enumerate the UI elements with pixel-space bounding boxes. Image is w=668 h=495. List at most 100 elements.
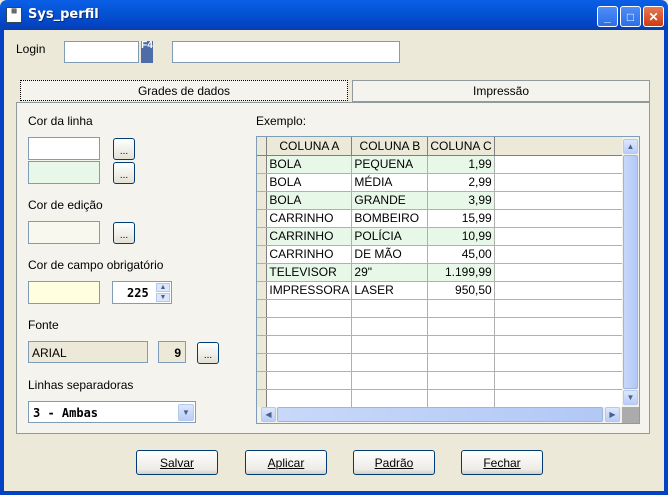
row-indicator[interactable] [257,191,268,210]
row-indicator[interactable] [257,263,268,282]
empty-cell [427,353,495,372]
grid-cell[interactable]: 2,99 [427,173,495,192]
close-button[interactable]: ✕ [643,6,664,27]
cor-linha-label: Cor da linha [28,114,93,128]
row-color-picker-button-1[interactable]: ... [113,138,135,160]
row-indicator[interactable] [257,173,268,192]
empty-cell [266,299,353,318]
fechar-button[interactable]: Fechar [461,450,543,475]
grid-cell[interactable]: CARRINHO [266,209,353,228]
grid-filler-cell [494,281,623,300]
table-row[interactable]: CARRINHO BOMBEIRO 15,99 [257,209,623,228]
edit-color-picker-button[interactable]: ... [113,222,135,244]
row-color-swatch-2[interactable] [28,161,100,184]
grid-cell[interactable]: 1,99 [427,155,495,174]
tab-grades-de-dados[interactable]: Grades de dados [20,80,348,101]
grid-cell[interactable]: MÉDIA [351,173,429,192]
row-indicator[interactable] [257,209,268,228]
row-color-picker-button-2[interactable]: ... [113,162,135,184]
font-name-field: ARIAL [28,341,148,363]
grid-cell[interactable]: PEQUENA [351,155,429,174]
empty-cell [427,299,495,318]
grid-cell[interactable]: 15,99 [427,209,495,228]
linhas-label: Linhas separadoras [28,378,134,392]
grid-cell[interactable]: 29" [351,263,429,282]
grid-cell[interactable]: 10,99 [427,227,495,246]
grid-cell[interactable]: DE MÃO [351,245,429,264]
spinner-up-icon[interactable]: ▲ [156,283,170,292]
grid-cell[interactable]: BOLA [266,191,353,210]
grid-cell[interactable]: BOLA [266,155,353,174]
grid-cell[interactable]: 3,99 [427,191,495,210]
maximize-button[interactable]: □ [620,6,641,27]
padrao-button[interactable]: Padrão [353,450,435,475]
padrao-label: Padrão [374,455,414,470]
grid-cell[interactable]: BOMBEIRO [351,209,429,228]
f4-lookup-button[interactable]: F4 [141,41,153,63]
grid-cell[interactable]: LASER [351,281,429,300]
empty-cell [427,317,495,336]
chevron-down-icon[interactable]: ▼ [178,404,194,421]
row-indicator[interactable] [257,281,268,300]
table-row[interactable]: BOLA MÉDIA 2,99 [257,173,623,192]
table-row[interactable]: IMPRESSORA LASER 950,50 [257,281,623,300]
empty-cell [494,317,623,336]
example-grid[interactable]: COLUNA A COLUNA B COLUNA C BOLA PEQUENA 1,… [256,136,640,424]
scroll-thumb-vertical[interactable] [623,155,638,389]
salvar-label: Salvar [159,455,194,470]
grid-cell[interactable]: IMPRESSORA [266,281,353,300]
row-indicator[interactable] [257,155,268,174]
cor-obrigatorio-label: Cor de campo obrigatório [28,258,164,272]
scroll-thumb-horizontal[interactable] [277,407,603,422]
table-row[interactable]: TELEVISOR 29" 1.199,99 [257,263,623,282]
grid-cell[interactable]: 45,00 [427,245,495,264]
grid-cell[interactable]: POLÍCIA [351,227,429,246]
grid-filler-cell [494,227,623,246]
fonte-label: Fonte [28,318,59,332]
scroll-down-icon[interactable]: ▼ [623,390,638,405]
salvar-button[interactable]: Salvar [136,450,218,475]
empty-cell [351,317,429,336]
tab-impressao[interactable]: Impressão [352,80,650,102]
grid-cell[interactable]: CARRINHO [266,227,353,246]
window-title: Sys_perfil [28,7,99,22]
grid-cell[interactable]: TELEVISOR [266,263,353,282]
grid-vertical-scrollbar[interactable]: ▲ ▼ [622,137,639,407]
empty-cell [266,317,353,336]
separator-lines-select[interactable]: 3 - Ambas [28,401,196,423]
table-row[interactable]: BOLA GRANDE 3,99 [257,191,623,210]
edit-color-swatch[interactable] [28,221,100,244]
aplicar-label: Aplicar [267,455,305,470]
empty-cell [494,389,623,408]
empty-cell [494,335,623,354]
login-code-input[interactable] [64,41,139,63]
table-row[interactable]: CARRINHO DE MÃO 45,00 [257,245,623,264]
grid-header-b[interactable]: COLUNA B [351,137,429,156]
scroll-left-icon[interactable]: ◀ [261,407,276,422]
window-border-right [664,30,668,495]
empty-cell [494,371,623,390]
scroll-right-icon[interactable]: ▶ [605,407,620,422]
aplicar-button[interactable]: Aplicar [245,450,327,475]
font-picker-button[interactable]: ... [197,342,219,364]
grid-cell[interactable]: BOLA [266,173,353,192]
login-name-input[interactable] [172,41,400,63]
empty-cell [351,299,429,318]
spinner-down-icon[interactable]: ▼ [156,293,170,302]
grid-cell[interactable]: 1.199,99 [427,263,495,282]
scroll-up-icon[interactable]: ▲ [623,139,638,154]
row-color-swatch-1[interactable] [28,137,100,160]
grid-horizontal-scrollbar[interactable]: ◀ ▶ [257,407,622,423]
empty-row [257,353,623,372]
table-row[interactable]: CARRINHO POLÍCIA 10,99 [257,227,623,246]
grid-cell[interactable]: CARRINHO [266,245,353,264]
table-row[interactable]: BOLA PEQUENA 1,99 [257,155,623,174]
row-indicator[interactable] [257,245,268,264]
required-color-swatch[interactable] [28,281,100,304]
grid-header-c[interactable]: COLUNA C [427,137,495,156]
grid-header-a[interactable]: COLUNA A [266,137,353,156]
row-indicator[interactable] [257,227,268,246]
minimize-button[interactable]: _ [597,6,618,27]
grid-cell[interactable]: GRANDE [351,191,429,210]
grid-cell[interactable]: 950,50 [427,281,495,300]
